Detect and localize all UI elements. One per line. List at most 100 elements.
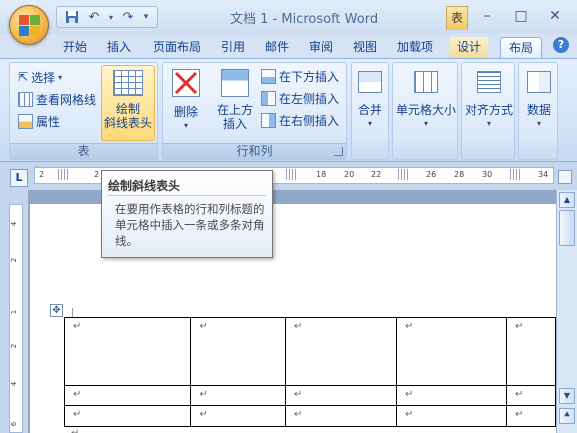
vertical-scrollbar[interactable]: ▲ ▼ ⯅	[556, 190, 577, 433]
office-logo-icon	[19, 15, 41, 37]
tab-layout[interactable]: 布局	[500, 37, 542, 58]
ruler-column-marker[interactable]	[510, 169, 520, 180]
merge-button[interactable]: 合并 ▾	[354, 65, 386, 157]
scroll-up-icon[interactable]: ▲	[559, 192, 575, 208]
ruler-column-marker[interactable]	[58, 169, 68, 180]
paragraph-mark: ↵	[71, 428, 79, 433]
ruler-number: 18	[316, 170, 327, 179]
tab-selector-button[interactable]: L	[10, 169, 28, 187]
ruler-number: 1	[10, 309, 19, 315]
delete-button[interactable]: 删除 ▾	[166, 65, 206, 141]
tab-references[interactable]: 引用	[216, 37, 250, 58]
tab-mailings[interactable]: 邮件	[260, 37, 294, 58]
ruler-number: 4	[10, 221, 19, 227]
table-cell[interactable]: ↵	[63, 317, 192, 386]
group-table: ⇱ 选择 ▾ 查看网格线 属性 绘制 斜线表头 表	[9, 62, 158, 160]
save-icon[interactable]	[63, 8, 81, 26]
table-grid-icon	[113, 70, 143, 96]
cell-size-button[interactable]: 单元格大小 ▾	[395, 65, 457, 157]
group-rows-columns: 删除 ▾ 在上方 插入 在下方插入 在左侧插入 在右侧插入 行和列	[162, 62, 347, 160]
table-cell[interactable]: ↵	[190, 385, 286, 406]
maximize-button[interactable]: □	[506, 6, 536, 26]
scroll-down-icon[interactable]: ▼	[559, 388, 575, 404]
close-button[interactable]: ✕	[540, 6, 570, 26]
chevron-down-icon: ▾	[183, 121, 188, 130]
ribbon-tabs: 开始 插入 页面布局 引用 邮件 审阅 视图 加载项 设计 布局	[0, 34, 577, 58]
tab-review[interactable]: 审阅	[304, 37, 338, 58]
insert-left-button[interactable]: 在左侧插入	[261, 88, 339, 108]
insert-row-below-icon	[261, 68, 276, 84]
chevron-down-icon: ▾	[536, 119, 541, 128]
ruler-column-marker[interactable]	[398, 169, 408, 180]
group-cell-size: 单元格大小 ▾	[392, 62, 458, 160]
gridlines-icon	[18, 91, 33, 107]
alignment-icon	[477, 71, 501, 93]
insert-below-button[interactable]: 在下方插入	[261, 66, 339, 86]
tab-page-layout[interactable]: 页面布局	[148, 37, 206, 58]
merge-cells-icon	[358, 71, 382, 93]
insert-above-button[interactable]: 在上方 插入	[213, 65, 257, 141]
scroll-thumb[interactable]	[559, 210, 575, 246]
table-cell[interactable]: ↵	[285, 317, 397, 386]
ruler-number: 20	[344, 170, 355, 179]
window-title: 文档 1 - Microsoft Word	[230, 12, 379, 27]
tooltip-title: 绘制斜线表头	[108, 179, 181, 193]
document-table[interactable]: ↵ ↵ ↵ ↵ ↵ ↵ ↵ ↵ ↵ ↵ ↵ ↵ ↵ ↵ ↵	[63, 317, 556, 427]
table-cell[interactable]: ↵	[506, 405, 556, 427]
view-ruler-icon[interactable]	[558, 170, 572, 184]
table-cell[interactable]: ↵	[63, 385, 192, 406]
properties-button[interactable]: 属性	[18, 111, 60, 131]
delete-table-icon	[172, 69, 200, 97]
table-cell[interactable]: ↵	[395, 317, 508, 386]
table-cell[interactable]: ↵	[285, 405, 397, 427]
insert-right-button[interactable]: 在右侧插入	[261, 110, 339, 130]
view-gridlines-button[interactable]: 查看网格线	[18, 89, 96, 109]
undo-icon[interactable]: ↶	[85, 8, 103, 26]
tab-view[interactable]: 视图	[348, 37, 382, 58]
group-alignment: 对齐方式 ▾	[461, 62, 515, 160]
table-cell[interactable]: ↵	[190, 405, 286, 427]
table-cell[interactable]: ↵	[506, 385, 556, 406]
tab-design[interactable]: 设计	[450, 37, 488, 58]
chevron-down-icon: ▾	[367, 119, 372, 128]
table-move-handle-icon[interactable]: ✥	[50, 304, 63, 317]
table-cell[interactable]: ↵	[63, 405, 192, 427]
tab-add-ins[interactable]: 加载项	[392, 37, 438, 58]
quick-access-toolbar: ↶ ▾ ↷ ▾	[56, 6, 158, 28]
table-tools-context-label: 表	[446, 6, 468, 30]
customize-qat-icon[interactable]: ▾	[141, 8, 151, 26]
ruler-number: 2	[39, 170, 45, 179]
table-cell[interactable]: ↵	[395, 385, 508, 406]
dialog-launcher-icon[interactable]	[334, 147, 343, 156]
table-cell[interactable]: ↵	[285, 385, 397, 406]
title-bar: ↶ ▾ ↷ ▾ 文档 1 - Microsoft Word 表 – □ ✕	[0, 0, 577, 45]
chevron-down-icon: ▾	[486, 119, 491, 128]
redo-icon[interactable]: ↷	[119, 8, 137, 26]
insert-column-right-icon	[261, 112, 276, 128]
ruler-column-marker[interactable]	[286, 169, 296, 180]
undo-dropdown-icon[interactable]: ▾	[107, 8, 115, 26]
data-button[interactable]: 数据 ▾	[521, 65, 557, 157]
chevron-down-icon: ▾	[423, 119, 428, 128]
help-icon[interactable]: ?	[553, 37, 569, 53]
group-label-table: 表	[10, 143, 157, 159]
tab-insert[interactable]: 插入	[102, 37, 136, 58]
table-cell[interactable]: ↵	[190, 317, 286, 386]
table-cell[interactable]: ↵	[395, 405, 508, 427]
alignment-button[interactable]: 对齐方式 ▾	[463, 65, 515, 157]
ruler-number: 34	[538, 170, 549, 179]
tab-home[interactable]: 开始	[58, 37, 92, 58]
properties-icon	[18, 113, 33, 129]
select-button[interactable]: ⇱ 选择 ▾	[18, 67, 62, 87]
tooltip-body: 在要用作表格的行和列标题的单元格中插入一条或多条对角线。	[115, 202, 265, 248]
ruler-number: 2	[94, 170, 100, 179]
cursor-arrow-icon: ⇱	[18, 70, 29, 84]
previous-page-icon[interactable]: ⯅	[559, 408, 575, 424]
cell-size-icon	[414, 71, 438, 93]
office-button[interactable]	[9, 5, 49, 45]
draw-diagonal-header-button[interactable]: 绘制 斜线表头	[101, 65, 155, 141]
ruler-number: 4	[10, 381, 19, 387]
group-label-rows-columns: 行和列	[163, 143, 346, 159]
table-cell[interactable]: ↵	[506, 317, 556, 386]
minimize-button[interactable]: –	[472, 6, 502, 26]
